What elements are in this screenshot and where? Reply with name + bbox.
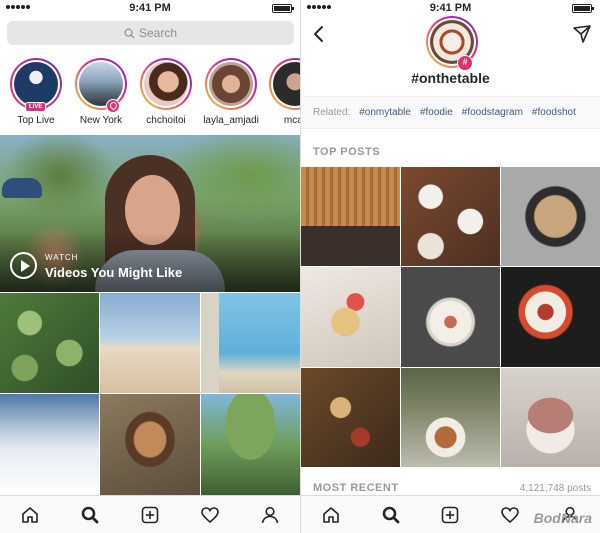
tab-activity[interactable] — [198, 503, 222, 527]
story-top-live[interactable]: LIVE Top Live — [3, 58, 69, 126]
grid-photo[interactable] — [200, 394, 300, 495]
grid-photo[interactable] — [501, 367, 600, 467]
related-tag[interactable]: #foodstagram — [462, 107, 523, 118]
tab-search[interactable] — [379, 503, 403, 527]
story-ring — [269, 58, 300, 110]
story-label: Top Live — [17, 115, 55, 126]
tab-search[interactable] — [78, 503, 102, 527]
post-count: 4,121,748 posts — [519, 483, 591, 494]
grid-photo[interactable] — [501, 167, 600, 267]
grid-photo[interactable] — [100, 394, 200, 495]
status-time: 9:41 PM — [129, 2, 171, 14]
related-tags-bar: Related: #onmytable #foodie #foodstagram… — [301, 96, 600, 129]
story-mcar[interactable]: mcar — [262, 58, 300, 126]
search-icon — [81, 506, 99, 523]
activity-icon — [201, 506, 219, 523]
tab-bar — [0, 495, 300, 533]
story-chchoitoi[interactable]: chchoitoi — [133, 58, 199, 126]
avatar — [273, 62, 300, 106]
top-posts-grid — [301, 167, 600, 467]
status-bar: 9:41 PM — [301, 0, 600, 16]
tab-home[interactable] — [18, 503, 42, 527]
tab-profile[interactable] — [258, 503, 282, 527]
back-arrow-icon[interactable] — [309, 24, 329, 44]
avatar — [14, 62, 58, 106]
video-title: Videos You Might Like — [45, 265, 183, 280]
grid-photo[interactable] — [0, 293, 100, 393]
story-label: chchoitoi — [146, 115, 186, 126]
new-post-icon — [442, 506, 459, 523]
stories-tray: LIVE Top Live New York chchoitoi layla_a… — [0, 58, 300, 132]
grid-photo[interactable] — [0, 394, 100, 495]
related-tag[interactable]: #foodie — [420, 107, 453, 118]
search-input[interactable]: Search — [7, 21, 294, 45]
story-layla-amjadi[interactable]: layla_amjadi — [198, 58, 264, 126]
story-label: layla_amjadi — [203, 115, 259, 126]
grid-photo[interactable] — [301, 367, 400, 467]
related-tag[interactable]: #onmytable — [359, 107, 411, 118]
grid-photo[interactable] — [301, 267, 400, 367]
hashtag-screen: 9:41 PM # #onthetable Related: #onmytabl… — [301, 0, 600, 533]
grid-photo[interactable] — [501, 267, 600, 367]
video-hero[interactable]: WATCH Videos You Might Like — [0, 135, 300, 292]
related-label: Related: — [313, 107, 351, 118]
tab-home[interactable] — [319, 503, 343, 527]
tab-new-post[interactable] — [138, 503, 162, 527]
hashtag-badge: # — [457, 55, 473, 71]
avatar — [209, 62, 253, 106]
grid-photo[interactable] — [401, 267, 500, 367]
grid-photo[interactable] — [401, 167, 500, 267]
direct-send-icon[interactable] — [572, 24, 592, 44]
watch-kicker: WATCH — [45, 253, 79, 262]
story-new-york[interactable]: New York — [68, 58, 134, 126]
story-ring — [140, 58, 192, 110]
hashtag-title: #onthetable — [411, 70, 490, 86]
activity-icon — [501, 506, 520, 523]
grid-photo[interactable] — [301, 167, 400, 267]
location-pin-icon — [106, 99, 120, 113]
play-icon[interactable] — [10, 252, 37, 279]
watermark: BodNara — [533, 510, 592, 526]
status-time: 9:41 PM — [429, 2, 472, 14]
most-recent-heading: MOST RECENT — [313, 482, 399, 494]
tab-new-post[interactable] — [438, 503, 462, 527]
grid-photo[interactable] — [100, 293, 200, 393]
search-icon — [124, 28, 135, 39]
top-posts-heading: TOP POSTS — [313, 146, 381, 158]
tab-activity[interactable] — [498, 503, 522, 527]
status-bar: 9:41 PM — [0, 0, 300, 16]
battery-icon — [572, 4, 594, 13]
new-post-icon — [141, 506, 159, 523]
explore-grid — [0, 293, 300, 495]
home-icon — [22, 506, 38, 523]
story-label: mcar — [283, 115, 300, 126]
profile-icon — [261, 506, 279, 523]
avatar — [144, 62, 188, 106]
home-icon — [323, 506, 339, 523]
grid-photo[interactable] — [200, 293, 300, 393]
related-tag[interactable]: #foodshot — [532, 107, 576, 118]
search-placeholder: Search — [138, 26, 178, 40]
battery-icon — [272, 4, 294, 13]
grid-photo[interactable] — [401, 367, 500, 467]
search-icon — [382, 506, 400, 523]
story-ring — [205, 58, 257, 110]
live-badge: LIVE — [25, 102, 47, 112]
explore-screen: 9:41 PM Search LIVE Top Live New York ch… — [0, 0, 300, 533]
story-label: New York — [79, 115, 123, 126]
